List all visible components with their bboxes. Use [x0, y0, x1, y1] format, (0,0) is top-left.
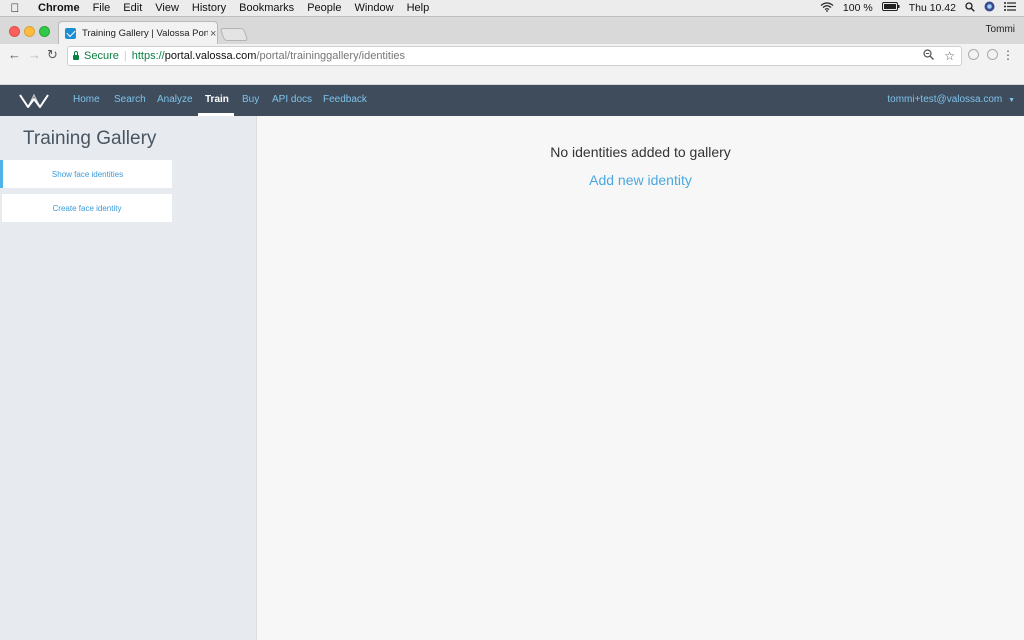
clock[interactable]: Thu 10.42: [909, 2, 956, 14]
chrome-menu-icon[interactable]: ⋮: [1002, 48, 1014, 62]
new-tab-button[interactable]: [219, 28, 249, 41]
extension-icon[interactable]: [968, 49, 979, 60]
lock-icon: [73, 51, 79, 60]
nav-api-docs[interactable]: API docs: [272, 94, 312, 105]
notification-center-icon[interactable]: [1004, 2, 1016, 14]
menu-app-name[interactable]: Chrome: [38, 2, 80, 14]
secure-label: Secure: [84, 50, 119, 62]
nav-search[interactable]: Search: [114, 94, 146, 105]
menu-help[interactable]: Help: [407, 2, 430, 14]
tab-title: Training Gallery | Valossa Portal: [82, 28, 208, 39]
address-bar[interactable]: Secure | https:// portal.valossa.com /po…: [67, 46, 962, 66]
menu-file[interactable]: File: [93, 2, 111, 14]
browser-toolbar: ← → ↻ Secure | https:// portal.valossa.c…: [0, 44, 1024, 68]
bookmark-star-icon[interactable]: ☆: [944, 49, 955, 63]
battery-percent: 100 %: [842, 2, 873, 14]
tab-close-icon[interactable]: ×: [210, 28, 216, 40]
browser-tab[interactable]: Training Gallery | Valossa Portal ×: [58, 21, 218, 45]
minimize-window-button[interactable]: [24, 26, 35, 37]
menu-edit[interactable]: Edit: [123, 2, 142, 14]
browser-content-top-strip: [0, 68, 1024, 85]
os-menubar:  Chrome File Edit View History Bookmark…: [0, 0, 1024, 16]
siri-icon[interactable]: [984, 1, 995, 15]
extension-refresh-icon[interactable]: [987, 49, 998, 60]
url-path: /portal/traininggallery/identities: [256, 50, 406, 62]
profile-name[interactable]: Tommi: [986, 24, 1015, 35]
sidebar-item-show-face-identities[interactable]: Show face identities: [0, 160, 172, 188]
address-separator: |: [123, 50, 127, 62]
add-new-identity-link[interactable]: Add new identity: [257, 172, 1024, 188]
sidebar-title: Training Gallery: [23, 128, 157, 149]
nav-home[interactable]: Home: [73, 94, 100, 105]
menu-bookmarks[interactable]: Bookmarks: [239, 2, 294, 14]
menu-history[interactable]: History: [192, 2, 226, 14]
spotlight-icon[interactable]: [965, 1, 975, 15]
menu-people[interactable]: People: [307, 2, 341, 14]
empty-state-message: No identities added to gallery: [550, 144, 731, 160]
browser-tab-strip: Training Gallery | Valossa Portal × Tomm…: [0, 16, 1024, 45]
close-window-button[interactable]: [9, 26, 20, 37]
main-content: No identities added to gallery Add new i…: [257, 116, 1024, 640]
nav-feedback[interactable]: Feedback: [323, 94, 367, 105]
valossa-logo-icon[interactable]: [19, 93, 49, 109]
zoom-icon[interactable]: [923, 49, 935, 63]
sidebar: Training Gallery Show face identities Cr…: [0, 116, 257, 640]
nav-train[interactable]: Train: [205, 94, 229, 105]
nav-analyze[interactable]: Analyze: [157, 94, 193, 105]
reload-icon[interactable]: ↻: [47, 48, 58, 62]
apple-icon[interactable]: : [0, 1, 30, 15]
wifi-icon[interactable]: [820, 1, 834, 15]
user-email: tommi+test@valossa.com: [887, 94, 1003, 105]
caret-down-icon: ▼: [1008, 97, 1015, 104]
back-arrow-icon[interactable]: ←: [8, 48, 21, 62]
url-scheme: https://: [131, 50, 165, 62]
menu-view[interactable]: View: [155, 2, 179, 14]
battery-icon[interactable]: [881, 2, 900, 14]
sidebar-item-create-face-identity[interactable]: Create face identity: [2, 194, 172, 222]
user-menu[interactable]: tommi+test@valossa.com ▼: [887, 94, 1015, 105]
forward-arrow-icon[interactable]: →: [28, 48, 41, 62]
app-navbar: Home Search Analyze Train Buy API docs F…: [0, 85, 1024, 116]
url-host: portal.valossa.com: [164, 50, 257, 62]
menu-window[interactable]: Window: [354, 2, 393, 14]
zoom-window-button[interactable]: [39, 26, 50, 37]
nav-buy[interactable]: Buy: [242, 94, 259, 105]
valossa-favicon-icon: [65, 28, 76, 39]
